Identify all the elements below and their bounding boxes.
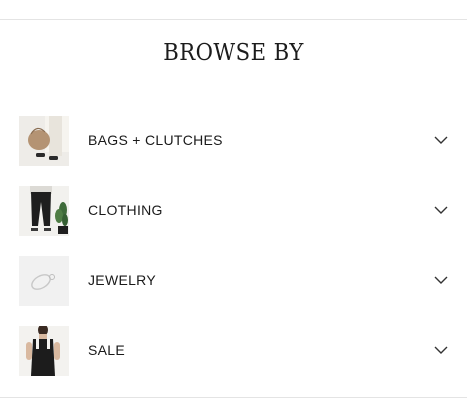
chevron-down-icon[interactable] bbox=[433, 344, 449, 356]
category-label: CLOTHING bbox=[88, 202, 163, 218]
category-thumbnail-clothing bbox=[19, 186, 69, 236]
category-row-jewelry[interactable]: JEWELRY bbox=[0, 255, 467, 307]
category-row-sale[interactable]: SALE bbox=[0, 325, 467, 377]
category-label: BAGS + CLUTCHES bbox=[88, 132, 223, 148]
chevron-down-icon[interactable] bbox=[433, 134, 449, 146]
category-label: SALE bbox=[88, 342, 125, 358]
section-title: BROWSE BY bbox=[163, 40, 304, 66]
category-thumbnail-jewelry bbox=[19, 256, 69, 306]
chevron-down-icon[interactable] bbox=[433, 204, 449, 216]
category-thumbnail-bags bbox=[19, 116, 69, 166]
category-label: JEWELRY bbox=[88, 272, 156, 288]
bottom-divider bbox=[0, 397, 467, 398]
top-divider bbox=[0, 19, 467, 20]
category-thumbnail-sale bbox=[19, 326, 69, 376]
category-row-bags-clutches[interactable]: BAGS + CLUTCHES bbox=[0, 115, 467, 167]
chevron-down-icon[interactable] bbox=[433, 274, 449, 286]
category-row-clothing[interactable]: CLOTHING bbox=[0, 185, 467, 237]
